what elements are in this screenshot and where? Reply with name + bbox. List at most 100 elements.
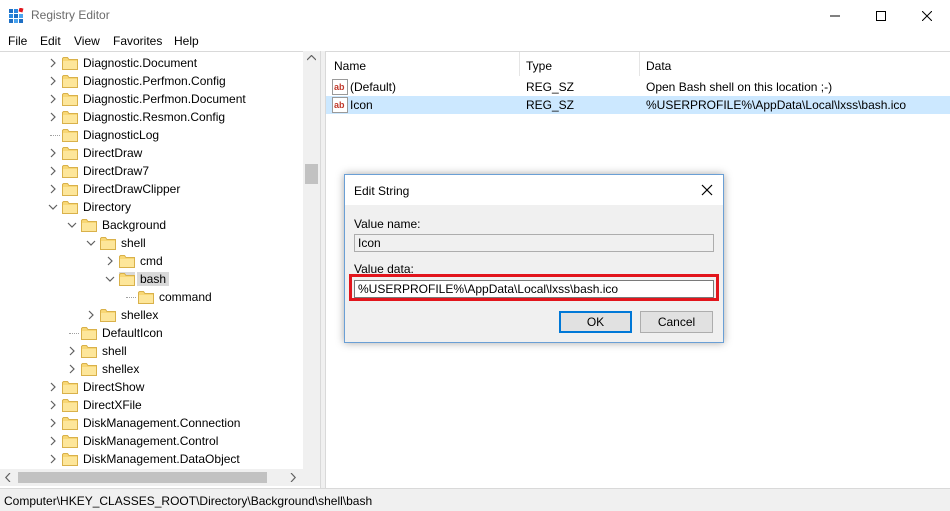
chevron-right-icon[interactable] <box>48 94 58 104</box>
tree-item-label: shell <box>121 236 146 250</box>
folder-icon <box>81 345 97 358</box>
tree-item-label: Diagnostic.Resmon.Config <box>83 110 226 124</box>
scroll-left-icon[interactable] <box>5 473 11 482</box>
tree-item-label: DirectDrawClipper <box>83 182 181 196</box>
chevron-right-icon[interactable] <box>67 364 77 374</box>
value-name-label: Value name: <box>354 217 421 231</box>
chevron-right-icon[interactable] <box>48 76 58 86</box>
chevron-right-icon[interactable] <box>105 256 115 266</box>
folder-icon <box>62 453 78 466</box>
chevron-down-icon[interactable] <box>86 238 96 248</box>
tree-item-label: Directory <box>83 200 132 214</box>
chevron-right-icon[interactable] <box>48 382 58 392</box>
chevron-down-icon[interactable] <box>105 274 115 284</box>
cancel-button[interactable]: Cancel <box>640 311 713 333</box>
string-value-icon: ab <box>332 97 348 113</box>
value-name-field <box>354 234 714 252</box>
tree-item[interactable]: Diagnostic.Document <box>0 54 304 72</box>
tree-item[interactable]: DefaultIcon <box>0 324 304 342</box>
column-header-name[interactable]: Name <box>326 52 520 76</box>
tree-item[interactable]: DiskManagement.Control <box>0 432 304 450</box>
folder-icon <box>119 272 135 286</box>
tree-item-label: Diagnostic.Perfmon.Config <box>83 74 226 88</box>
edit-string-dialog: Edit String Value name: Value data: OK C… <box>344 174 724 343</box>
tree-item-label: shellex <box>121 308 159 322</box>
tree-item[interactable]: shell <box>0 234 304 252</box>
tree-item[interactable]: shellex <box>0 360 304 378</box>
chevron-right-icon[interactable] <box>48 184 58 194</box>
tree-item[interactable]: DiagnosticLog <box>0 126 304 144</box>
value-data-field[interactable] <box>354 280 714 298</box>
chevron-down-icon[interactable] <box>67 220 77 230</box>
tree-item[interactable]: DirectDraw7 <box>0 162 304 180</box>
tree-item[interactable]: DirectDrawClipper <box>0 180 304 198</box>
chevron-right-icon[interactable] <box>48 148 58 158</box>
chevron-right-icon[interactable] <box>48 58 58 68</box>
folder-icon <box>62 165 78 178</box>
close-window-button[interactable] <box>904 0 950 31</box>
tree-item[interactable]: DirectShow <box>0 378 304 396</box>
chevron-right-icon[interactable] <box>48 166 58 176</box>
tree-item[interactable]: DiskManagement.DataObject <box>0 450 304 468</box>
tree-horizontal-scrollbar[interactable] <box>0 469 303 486</box>
folder-icon <box>62 417 78 430</box>
chevron-right-icon[interactable] <box>67 346 77 356</box>
chevron-right-icon[interactable] <box>48 418 58 428</box>
tree-item-label: command <box>159 290 212 304</box>
close-icon[interactable] <box>699 182 715 198</box>
scroll-right-icon[interactable] <box>290 473 296 482</box>
menu-favorites[interactable]: Favorites <box>113 34 162 48</box>
tree-item[interactable]: Diagnostic.Perfmon.Document <box>0 90 304 108</box>
value-data: Open Bash shell on this location ;-) <box>646 80 833 94</box>
value-row-icon[interactable]: ab Icon REG_SZ %USERPROFILE%\AppData\Loc… <box>326 96 950 114</box>
status-bar: Computer\HKEY_CLASSES_ROOT\Directory\Bac… <box>0 488 950 511</box>
menu-file[interactable]: File <box>8 34 27 48</box>
tree-item-label: DiskManagement.DataObject <box>83 452 240 466</box>
maximize-button[interactable] <box>858 0 904 31</box>
dialog-title-bar[interactable]: Edit String <box>345 175 723 205</box>
scroll-up-icon[interactable] <box>307 55 316 61</box>
title-bar: Registry Editor <box>0 0 950 31</box>
chevron-right-icon[interactable] <box>48 400 58 410</box>
maximize-icon <box>876 10 886 21</box>
chevron-right-icon[interactable] <box>48 454 58 464</box>
menu-edit[interactable]: Edit <box>40 34 61 48</box>
minimize-icon <box>830 15 840 16</box>
tree-item[interactable]: Directory <box>0 198 304 216</box>
chevron-down-icon[interactable] <box>48 202 58 212</box>
value-row-default[interactable]: ab (Default) REG_SZ Open Bash shell on t… <box>326 78 950 96</box>
tree-item-label: DirectDraw7 <box>83 164 150 178</box>
tree-item[interactable]: shell <box>0 342 304 360</box>
folder-icon <box>62 399 78 412</box>
column-header-data[interactable]: Data <box>640 52 950 76</box>
tree-item[interactable]: Background <box>0 216 304 234</box>
folder-icon <box>62 381 78 394</box>
folder-icon <box>62 183 78 196</box>
tree-item[interactable]: command <box>0 288 304 306</box>
registry-tree[interactable]: Diagnostic.Document Diagnostic.Perfmon.Co… <box>0 51 320 488</box>
tree-item[interactable]: cmd <box>0 252 304 270</box>
minimize-button[interactable] <box>812 0 858 31</box>
chevron-right-icon[interactable] <box>48 112 58 122</box>
tree-vertical-scrollbar[interactable] <box>303 51 320 469</box>
tree-item[interactable]: DiskManagement.Connection <box>0 414 304 432</box>
tree-horizontal-scroll-thumb[interactable] <box>18 472 267 483</box>
tree-item[interactable]: shellex <box>0 306 304 324</box>
svg-text:ab: ab <box>334 100 345 110</box>
ok-button[interactable]: OK <box>559 311 632 333</box>
value-type: REG_SZ <box>526 80 575 94</box>
tree-item-label: DiskManagement.Control <box>83 434 219 448</box>
tree-item[interactable]: DirectDraw <box>0 144 304 162</box>
tree-vertical-scroll-thumb[interactable] <box>305 164 318 184</box>
tree-item[interactable]: bash <box>0 270 304 288</box>
chevron-right-icon[interactable] <box>48 436 58 446</box>
menu-view[interactable]: View <box>74 34 100 48</box>
column-header-type[interactable]: Type <box>520 52 640 76</box>
tree-item[interactable]: Diagnostic.Perfmon.Config <box>0 72 304 90</box>
tree-item[interactable]: DirectXFile <box>0 396 304 414</box>
tree-item[interactable]: Diagnostic.Resmon.Config <box>0 108 304 126</box>
chevron-right-icon[interactable] <box>86 310 96 320</box>
menu-help[interactable]: Help <box>174 34 199 48</box>
tree-item-label: shellex <box>102 362 140 376</box>
folder-icon <box>62 57 78 70</box>
